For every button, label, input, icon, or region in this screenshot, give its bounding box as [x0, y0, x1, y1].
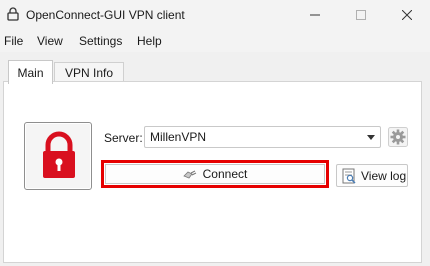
window-title: OpenConnect-GUI VPN client [26, 8, 185, 22]
server-dropdown[interactable]: MillenVPN [144, 126, 381, 148]
minimize-icon [310, 14, 320, 16]
gear-icon [388, 127, 408, 147]
menu-help[interactable]: Help [137, 34, 162, 48]
view-log-label: View log [361, 169, 407, 183]
server-settings-button[interactable] [388, 127, 408, 147]
menu-view[interactable]: View [37, 34, 63, 48]
close-icon [402, 10, 412, 20]
connect-label: Connect [202, 167, 248, 181]
view-log-button[interactable]: View log [336, 164, 408, 187]
log-icon [342, 168, 356, 184]
maximize-button[interactable] [338, 0, 384, 30]
tab-bar: Main VPN Info [0, 52, 430, 84]
menu-settings[interactable]: Settings [79, 34, 122, 48]
connect-button[interactable]: Connect [105, 164, 325, 184]
minimize-button[interactable] [292, 0, 338, 30]
tab-main[interactable]: Main [8, 60, 53, 84]
server-value: MillenVPN [150, 130, 207, 144]
lock-icon [43, 131, 75, 178]
chevron-down-icon [367, 135, 375, 140]
server-label: Server: [104, 131, 143, 145]
connection-status-button[interactable] [24, 122, 92, 190]
title-bar[interactable]: OpenConnect-GUI VPN client [0, 0, 430, 30]
tab-vpn-info[interactable]: VPN Info [54, 62, 124, 83]
menu-bar: File View Settings Help [0, 30, 430, 52]
close-button[interactable] [384, 0, 430, 30]
menu-file[interactable]: File [4, 34, 23, 48]
plug-icon [182, 170, 196, 179]
maximize-icon [356, 10, 366, 20]
lock-icon [7, 7, 19, 21]
app-window: OpenConnect-GUI VPN client File View Set… [0, 0, 430, 266]
